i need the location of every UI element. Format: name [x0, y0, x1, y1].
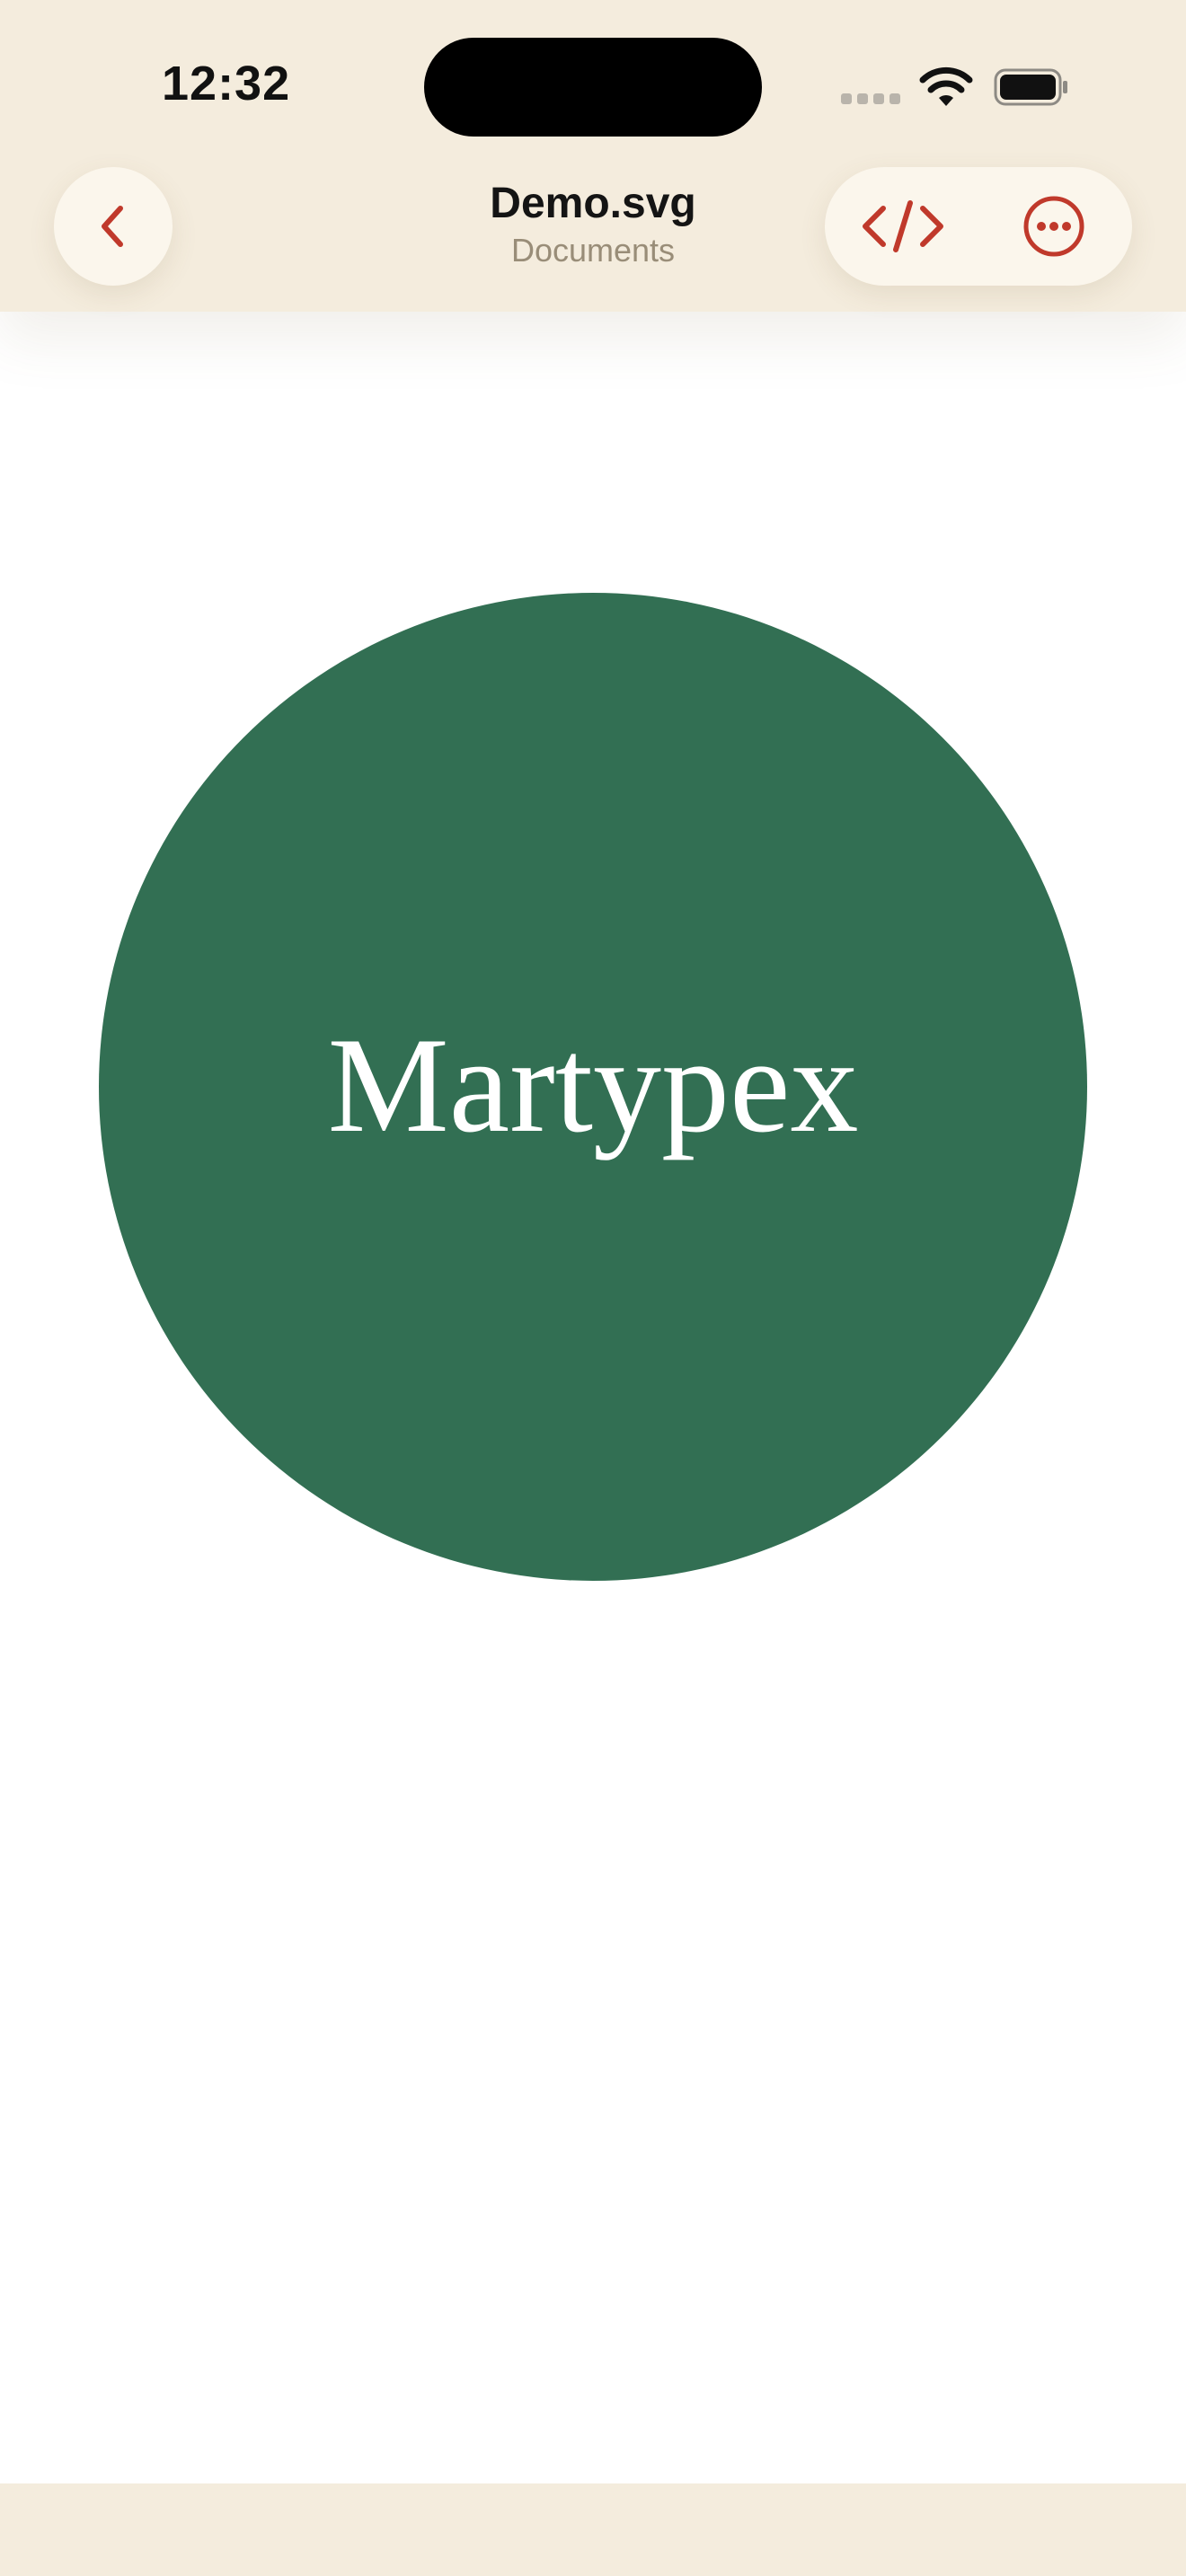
more-options-button[interactable] — [987, 167, 1121, 286]
document-location: Documents — [510, 232, 676, 269]
battery-icon — [994, 68, 1067, 106]
wifi-icon — [919, 66, 973, 106]
chevron-left-icon — [102, 206, 123, 247]
top-bar: 12:32 Demo.svg Documents — [0, 0, 1186, 312]
back-button[interactable] — [54, 167, 173, 286]
dynamic-island — [424, 38, 762, 137]
cellular-signal-icon — [841, 93, 902, 106]
bottom-bar — [0, 2483, 1186, 2576]
action-button-group — [825, 167, 1132, 286]
title-group: Demo.svg Documents — [323, 178, 863, 271]
view-source-button[interactable] — [836, 167, 970, 286]
code-icon — [863, 200, 943, 252]
circle-label: Martypex — [327, 1010, 859, 1160]
ellipsis-circle-icon — [1023, 196, 1084, 257]
status-time: 12:32 — [162, 57, 291, 110]
document-title: Demo.svg — [490, 180, 696, 227]
